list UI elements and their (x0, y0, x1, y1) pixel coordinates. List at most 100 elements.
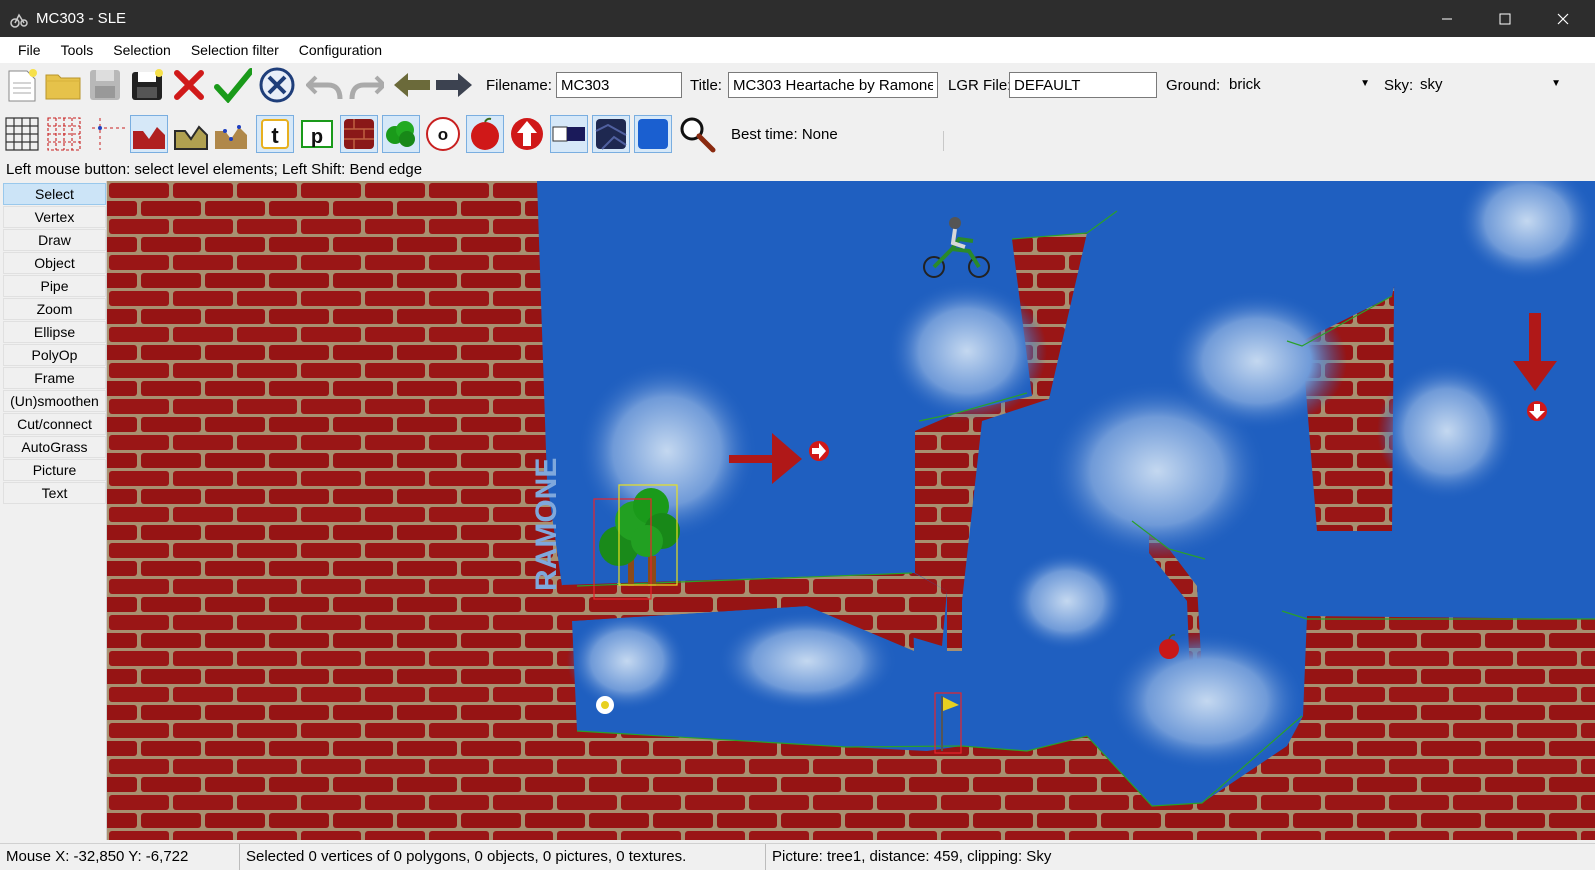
show-text-button[interactable]: t (256, 115, 294, 153)
close-icon (1557, 13, 1569, 24)
object-circle-icon: o (426, 117, 460, 151)
sky-texture-icon (638, 119, 668, 149)
tool-autograss[interactable]: AutoGrass (3, 436, 106, 458)
show-grass-button[interactable] (172, 115, 210, 153)
tool-polyop[interactable]: PolyOp (3, 344, 106, 366)
magnifier-icon (680, 117, 716, 153)
title-bar: MC303 - SLE (0, 0, 1595, 37)
tool-zoom[interactable]: Zoom (3, 298, 106, 320)
svg-text:p: p (311, 126, 323, 148)
check-topology-button[interactable] (214, 66, 252, 104)
show-gravity-button[interactable] (508, 115, 546, 153)
save-as-button[interactable] (128, 66, 166, 104)
show-bushes-button[interactable] (382, 115, 420, 153)
circle-x-icon (259, 67, 295, 103)
show-textures-button[interactable] (340, 115, 378, 153)
svg-text:t: t (271, 123, 279, 148)
minimize-icon (1442, 18, 1452, 19)
close-level-button[interactable] (258, 66, 296, 104)
menu-tools[interactable]: Tools (51, 42, 104, 58)
tool-draw[interactable]: Draw (3, 229, 106, 251)
picture-p-icon: p (301, 120, 333, 148)
save-icon (90, 70, 120, 100)
level-text-ramone[interactable]: RAMONE (530, 458, 563, 591)
menu-configuration[interactable]: Configuration (289, 42, 392, 58)
level-canvas[interactable]: RAMONE (107, 181, 1595, 840)
chevron-down-icon: ▼ (1360, 78, 1370, 89)
ground-label: Ground: (1166, 77, 1221, 94)
show-ground-button[interactable] (130, 115, 168, 153)
tool-unsmoothen[interactable]: (Un)smoothen (3, 390, 106, 412)
new-level-button[interactable] (3, 66, 41, 104)
lgr-input[interactable] (1009, 72, 1157, 98)
grid-button[interactable] (3, 115, 41, 153)
status-selection: Selected 0 vertices of 0 polygons, 0 obj… (240, 844, 766, 870)
show-sky-texture-button[interactable] (634, 115, 672, 153)
tool-frame[interactable]: Frame (3, 367, 106, 389)
new-file-icon (8, 69, 37, 102)
status-mouse: Mouse X: -32,850 Y: -6,722 (0, 844, 240, 870)
hint-text: Left mouse button: select level elements… (6, 161, 423, 178)
show-vertices-button[interactable] (212, 115, 250, 153)
show-objects-button[interactable]: o (424, 115, 462, 153)
previous-level-button[interactable] (392, 66, 430, 104)
grid-icon (5, 117, 39, 151)
tool-pipe[interactable]: Pipe (3, 275, 106, 297)
save-button[interactable] (86, 66, 124, 104)
show-clipping-button[interactable] (550, 115, 588, 153)
ground-texture-icon (595, 119, 627, 150)
save-as-icon (132, 69, 163, 100)
tool-panel: Select Vertex Draw Object Pipe Zoom Elli… (0, 181, 107, 840)
bush-icon (386, 121, 415, 147)
chevron-down-icon: ▼ (1551, 78, 1561, 89)
level-view[interactable]: RAMONE (107, 181, 1595, 840)
filename-input[interactable] (556, 72, 682, 98)
tool-picture[interactable]: Picture (3, 459, 106, 481)
crosshair-button[interactable] (90, 115, 128, 153)
open-button[interactable] (44, 66, 82, 104)
clipping-icon (552, 126, 585, 142)
tool-ellipse[interactable]: Ellipse (3, 321, 106, 343)
tool-vertex[interactable]: Vertex (3, 206, 106, 228)
folder-icon (45, 74, 81, 100)
checkmark-icon (214, 68, 252, 103)
vertices-icon (215, 125, 247, 149)
tool-cut-connect[interactable]: Cut/connect (3, 413, 106, 435)
main-toolbar: Filename: Title: LGR File: Ground: brick… (0, 63, 1595, 109)
undo-icon (306, 75, 343, 100)
menu-file[interactable]: File (8, 42, 51, 58)
maximize-button[interactable] (1476, 0, 1534, 37)
texture-icon (344, 119, 374, 149)
sky-select[interactable]: sky ▼ (1417, 72, 1565, 98)
show-ground-texture-button[interactable] (592, 115, 630, 153)
grass-polygon-icon (174, 125, 208, 150)
status-bar: Mouse X: -32,850 Y: -6,722 Selected 0 ve… (0, 843, 1595, 870)
toolbar-divider (943, 131, 944, 151)
tool-object[interactable]: Object (3, 252, 106, 274)
sky-value: sky (1420, 76, 1443, 93)
delete-button[interactable] (170, 66, 208, 104)
undo-button[interactable] (306, 66, 344, 104)
flower-object[interactable] (596, 696, 614, 714)
menu-selection[interactable]: Selection (103, 42, 181, 58)
snap-grid-button[interactable] (45, 115, 83, 153)
ground-polygon-icon (133, 127, 165, 149)
sky-label: Sky: (1384, 77, 1414, 94)
window-title: MC303 - SLE (36, 10, 127, 27)
show-pictures-button[interactable]: p (298, 115, 336, 153)
minimize-button[interactable] (1418, 0, 1476, 37)
title-input[interactable] (728, 72, 938, 98)
next-level-button[interactable] (434, 66, 472, 104)
crosshair-icon (92, 118, 126, 150)
arrow-left-icon (394, 73, 430, 97)
best-time-label: Best time: None (731, 126, 838, 143)
tool-select[interactable]: Select (3, 183, 106, 205)
show-apples-button[interactable] (466, 115, 504, 153)
redo-button[interactable] (346, 66, 384, 104)
menu-selection-filter[interactable]: Selection filter (181, 42, 289, 58)
tool-text[interactable]: Text (3, 482, 106, 504)
lgr-label: LGR File: (948, 77, 1012, 94)
zoom-button[interactable] (678, 115, 716, 153)
close-button[interactable] (1534, 0, 1592, 37)
ground-select[interactable]: brick ▼ (1226, 72, 1374, 98)
